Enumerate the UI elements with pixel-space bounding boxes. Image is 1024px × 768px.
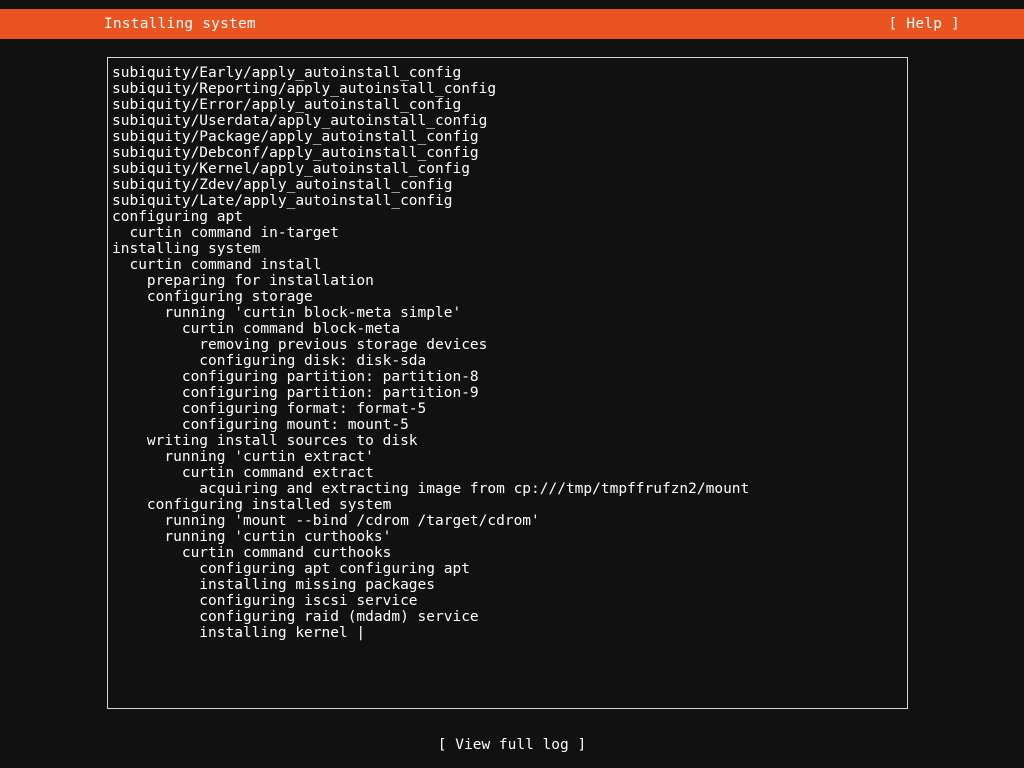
log-line: writing install sources to disk	[112, 433, 418, 449]
log-line: configuring disk: disk-sda	[112, 353, 427, 369]
log-line: configuring iscsi service	[112, 593, 418, 609]
log-line: subiquity/Early/apply_autoinstall_config	[112, 65, 462, 81]
log-line: subiquity/Debconf/apply_autoinstall_conf…	[112, 145, 479, 161]
log-line: curtin command block-meta	[112, 321, 401, 337]
log-line: running 'mount --bind /cdrom /target/cdr…	[112, 513, 540, 529]
log-line: subiquity/Userdata/apply_autoinstall_con…	[112, 113, 488, 129]
log-line: configuring format: format-5	[112, 401, 427, 417]
log-line: subiquity/Kernel/apply_autoinstall_confi…	[112, 161, 470, 177]
log-line: subiquity/Error/apply_autoinstall_config	[112, 97, 462, 113]
log-line: configuring apt configuring apt	[112, 561, 470, 577]
help-button[interactable]: [ Help ]	[889, 9, 960, 39]
log-line: subiquity/Package/apply_autoinstall_conf…	[112, 129, 479, 145]
log-line: installing system	[112, 241, 261, 257]
log-line: configuring partition: partition-8	[112, 369, 479, 385]
log-line: configuring installed system	[112, 497, 392, 513]
log-line: running 'curtin extract'	[112, 449, 374, 465]
log-line: configuring storage	[112, 289, 313, 305]
log-line: configuring partition: partition-9	[112, 385, 479, 401]
log-line: preparing for installation	[112, 273, 374, 289]
log-line: subiquity/Zdev/apply_autoinstall_config	[112, 177, 453, 193]
install-log-panel: subiquity/Early/apply_autoinstall_config…	[107, 57, 908, 709]
installer-screen: Installing system [ Help ] subiquity/Ear…	[0, 0, 1024, 768]
page-title: Installing system	[104, 16, 256, 32]
footer-bar: [ View full log ]	[0, 735, 1024, 755]
log-line: subiquity/Late/apply_autoinstall_config	[112, 193, 453, 209]
log-line: running 'curtin block-meta simple'	[112, 305, 462, 321]
log-line: subiquity/Reporting/apply_autoinstall_co…	[112, 81, 497, 97]
log-line: curtin command install	[112, 257, 322, 273]
log-line: running 'curtin curthooks'	[112, 529, 392, 545]
log-line: curtin command in-target	[112, 225, 339, 241]
install-log-lines: subiquity/Early/apply_autoinstall_config…	[112, 65, 905, 706]
log-line: removing previous storage devices	[112, 337, 488, 353]
log-line: configuring apt	[112, 209, 243, 225]
log-line: curtin command curthooks	[112, 545, 392, 561]
log-line: installing kernel |	[112, 625, 366, 641]
view-full-log-button[interactable]: [ View full log ]	[438, 735, 586, 755]
log-line: curtin command extract	[112, 465, 374, 481]
log-line: installing missing packages	[112, 577, 436, 593]
log-line: configuring raid (mdadm) service	[112, 609, 479, 625]
log-line: acquiring and extracting image from cp:/…	[112, 481, 750, 497]
log-line: configuring mount: mount-5	[112, 417, 409, 433]
header-bar: Installing system [ Help ]	[0, 9, 1024, 39]
